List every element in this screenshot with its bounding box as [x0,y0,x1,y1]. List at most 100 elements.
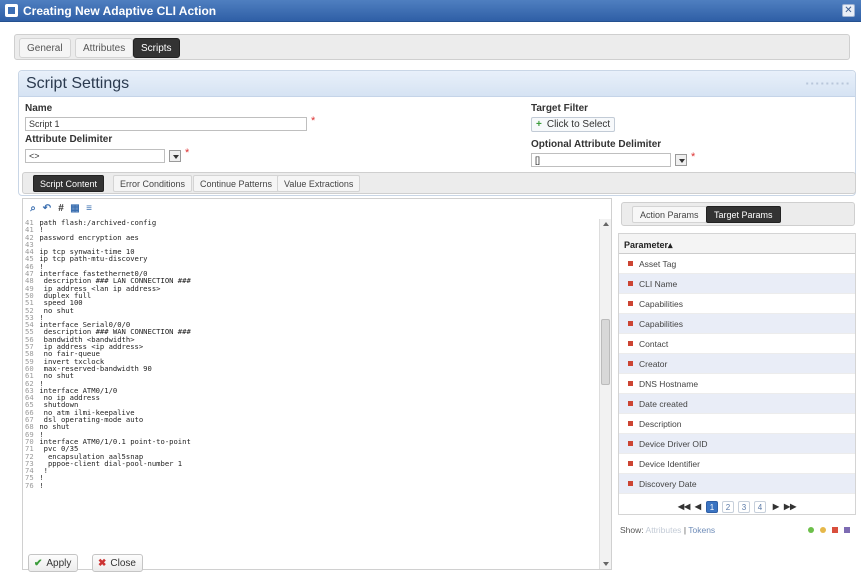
parameter-row[interactable]: CLI Name [619,274,855,294]
next-page-icon[interactable]: ▶ [770,501,782,513]
parameter-label: Discovery Date [639,479,697,489]
prev-page-icon[interactable]: ◀ [692,501,704,513]
parameter-row[interactable]: DNS Hostname [619,374,855,394]
code-line: 76 ! [25,480,599,490]
code-line: 68 no shut [25,423,599,431]
code-text-area[interactable]: 41 path flash:/archived-config 41 ! 42 pas… [23,219,599,569]
window-close-icon[interactable]: ✕ [842,4,855,17]
code-text: ip tcp path-mtu-discovery [35,254,148,264]
target-filter-button-label: Click to Select [546,119,611,130]
tab-general[interactable]: General [19,38,71,58]
parameter-label: Contact [639,339,669,349]
parameter-marker-icon [628,441,633,446]
parameter-row[interactable]: Asset Tag [619,254,855,274]
parameter-row[interactable]: Creator [619,354,855,374]
red-filter-icon[interactable] [832,527,838,533]
window-titlebar: Creating New Adaptive CLI Action ✕ [0,0,861,22]
tab-target-params[interactable]: Target Params [706,206,781,223]
line-numbers-icon[interactable]: # [55,203,67,215]
show-tokens-link[interactable]: Tokens [688,525,715,535]
parameter-row[interactable]: Date created [619,394,855,414]
parameter-pager: ◀◀ ◀ 1 2 3 4 ▶ ▶▶ [618,498,856,516]
parameter-label: Device Identifier [639,459,700,469]
target-filter-select-button[interactable]: + Click to Select [531,117,616,132]
show-label: Show: [620,525,644,535]
code-line: 73 pppoe-client dial-pool-number 1 [25,458,599,468]
parameter-row[interactable]: Description [619,414,855,434]
code-line: 42 password encryption aes [25,232,599,242]
tab-value-extractions[interactable]: Value Extractions [277,175,361,192]
first-page-icon[interactable]: ◀◀ [678,501,690,513]
page-2-button[interactable]: 2 [722,501,734,513]
tab-continue-patterns[interactable]: Continue Patterns [193,175,280,192]
parameter-row[interactable]: Discovery Date [619,474,855,494]
last-page-icon[interactable]: ▶▶ [784,501,796,513]
close-button-label: Close [110,558,136,569]
yellow-filter-icon[interactable] [820,527,826,533]
parameter-label: Date created [639,399,688,409]
attribute-delimiter-select[interactable]: <> [25,149,165,163]
parameter-row[interactable]: Capabilities [619,294,855,314]
scroll-down-icon[interactable] [603,562,609,566]
green-filter-icon[interactable] [808,527,814,533]
scroll-up-icon[interactable] [603,222,609,226]
tab-script-content[interactable]: Script Content [33,175,105,192]
optional-attribute-delimiter-dropdown-icon[interactable] [675,154,687,166]
checkmark-icon: ✔ [34,558,43,569]
tab-error-conditions[interactable]: Error Conditions [113,175,193,192]
parameter-label: Capabilities [639,299,683,309]
code-line: 67 dsl operating-mode auto [25,416,599,424]
parameter-marker-icon [628,321,633,326]
settings-help-link[interactable]: ▪ ▪ ▪ ▪ ▪ ▪ ▪ ▪ ▪ [806,79,849,88]
parameter-marker-icon [628,381,633,386]
param-tab-bar: Action Params Target Params [621,202,855,226]
tab-scripts[interactable]: Scripts [133,38,180,58]
parameter-column-header[interactable]: Parameter▴ [619,234,855,254]
parameter-label: Device Driver OID [639,439,708,449]
page-1-button[interactable]: 1 [706,501,718,513]
parameter-row[interactable]: Device Identifier [619,454,855,474]
parameter-label: Creator [639,359,668,369]
parameter-table: Parameter▴ Asset Tag CLI Name Capabilities… [618,233,856,515]
parameter-row[interactable]: Device Driver OID [619,434,855,454]
apply-button[interactable]: ✔ Apply [28,554,79,572]
editor-scrollbar[interactable] [599,219,611,569]
search-icon[interactable]: ⌕ [27,203,39,215]
grid-icon[interactable]: ▦ [69,203,81,215]
app-icon [5,4,18,17]
plus-icon: + [536,119,542,130]
attribute-delimiter-required-marker: * [185,147,190,159]
line-number: 76 [25,480,34,490]
page-4-button[interactable]: 4 [754,501,766,513]
parameter-row[interactable]: Contact [619,334,855,354]
code-line: 74 ! [25,467,599,475]
parameter-label: CLI Name [639,279,678,289]
code-line: 70 interface ATM0/1/0.1 point-to-point [25,438,599,446]
parameter-header-label: Parameter [624,240,669,250]
close-button[interactable]: ✖ Close [92,554,143,572]
parameter-row[interactable]: Capabilities [619,314,855,334]
tab-action-params[interactable]: Action Params [632,206,707,223]
undo-icon[interactable]: ↶ [41,203,53,215]
code-line: 51 speed 100 [25,299,599,307]
format-icon[interactable]: ≡ [83,203,95,215]
show-separator: | [683,525,687,535]
page-3-button[interactable]: 3 [738,501,750,513]
name-input[interactable]: Script 1 [25,117,307,131]
attribute-delimiter-dropdown-icon[interactable] [169,150,181,162]
code-line: 49 ip address <lan ip address> [25,284,599,292]
code-text: pppoe-client dial-pool-number 1 [35,458,183,468]
optional-attribute-delimiter-select[interactable]: [] [531,153,671,167]
show-attributes-link[interactable]: Attributes [646,525,682,535]
purple-filter-icon[interactable] [844,527,850,533]
attribute-delimiter-label: Attribute Delimiter [25,134,113,145]
code-line: 45 ip tcp path-mtu-discovery [25,254,599,264]
code-line: 52 no shut [25,306,599,314]
scrollbar-thumb[interactable] [601,319,610,385]
code-text: password encryption aes [35,232,139,242]
parameter-label: Capabilities [639,319,683,329]
parameter-marker-icon [628,361,633,366]
script-settings-header: Script Settings ▪ ▪ ▪ ▪ ▪ ▪ ▪ ▪ ▪ [19,71,855,97]
tab-attributes[interactable]: Attributes [75,38,134,58]
script-editor: ⌕ ↶ # ▦ ≡ 41 path flash:/archived-config… [22,198,612,570]
